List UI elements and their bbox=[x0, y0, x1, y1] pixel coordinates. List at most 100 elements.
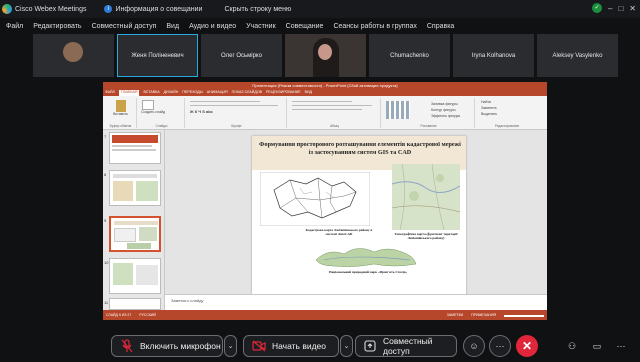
more-options-icon[interactable]: ⋯ bbox=[489, 335, 511, 357]
participant-tile[interactable] bbox=[33, 34, 114, 77]
title-bar: Cisco Webex Meetings i Информация о сове… bbox=[0, 0, 640, 18]
participant-strip: Женя Поліненевич Олег Осьмірко Chumachen… bbox=[33, 34, 618, 77]
create-slide-label: Создать слайд bbox=[141, 110, 166, 114]
thumb-number: 9 bbox=[104, 218, 107, 223]
national-park-map-caption: Національний природний парк «Прип`ять Ст… bbox=[328, 270, 408, 274]
group-label: Абзац bbox=[330, 124, 339, 128]
ppt-ribbon: Вставить Буфер обмена Создать слайд Слай… bbox=[103, 96, 547, 130]
select-button[interactable]: Выделить bbox=[481, 111, 537, 117]
meeting-info-button[interactable]: i Информация о совещании bbox=[104, 5, 202, 13]
unmute-label: Включить микрофон bbox=[140, 341, 221, 351]
participant-tile[interactable]: Iryna Kolhanova bbox=[453, 34, 534, 77]
menu-item-share[interactable]: Совместный доступ bbox=[92, 23, 157, 30]
chat-icon[interactable]: ▭ bbox=[590, 339, 604, 353]
menu-bar: Файл Редактировать Совместный доступ Вид… bbox=[0, 18, 640, 34]
slide-notes[interactable]: Заметки к слайду bbox=[165, 294, 547, 310]
thumb-number: 10 bbox=[104, 260, 109, 265]
maximize-icon[interactable]: □ bbox=[618, 4, 623, 13]
more-panels-icon[interactable]: ⋯ bbox=[614, 339, 628, 353]
topographic-map-image bbox=[392, 164, 460, 230]
start-video-button[interactable]: Начать видео bbox=[243, 335, 339, 357]
participant-tile-active[interactable]: Женя Поліненевич bbox=[117, 34, 198, 77]
paste-label: Вставить bbox=[113, 112, 128, 116]
ribbon-group-font: Ж К Ч S abc Шрифт bbox=[187, 98, 287, 128]
current-slide[interactable]: Формування просторового розташування еле… bbox=[252, 136, 466, 296]
meeting-info-label: Информация о совещании bbox=[115, 5, 203, 13]
ribbon-group-drawing: Заливка фигуры Контур фигуры Эффекты фиг… bbox=[383, 98, 475, 128]
slide-title: Формування просторового розташування еле… bbox=[259, 141, 461, 156]
video-face bbox=[318, 44, 332, 60]
slide-thumbnail[interactable] bbox=[109, 258, 161, 294]
font-format-buttons[interactable]: Ж К Ч S abc bbox=[187, 109, 286, 114]
cadastral-map-caption: Кадастрова карта Любешівського району в … bbox=[305, 228, 373, 236]
ppt-window-title: Презентация (Режим совместимости) - Powe… bbox=[103, 82, 547, 90]
participant-tile[interactable]: Aleksey Vasylenko bbox=[537, 34, 618, 77]
national-park-map-image bbox=[315, 248, 417, 267]
unmute-button[interactable]: Включить микрофон bbox=[111, 335, 223, 357]
menu-item-help[interactable]: Справка bbox=[427, 23, 454, 30]
participants-icon[interactable]: ⚇ bbox=[565, 339, 579, 353]
participant-name: Chumachenko bbox=[390, 52, 429, 59]
shapes-gallery-icon[interactable] bbox=[386, 101, 410, 119]
participant-tile[interactable]: Chumachenko bbox=[369, 34, 450, 77]
cadastral-map-image bbox=[260, 172, 370, 226]
menu-item-file[interactable]: Файл bbox=[6, 23, 23, 30]
participant-tile[interactable]: Олег Осьмірко bbox=[201, 34, 282, 77]
ribbon-group-slides: Создать слайд Слайды bbox=[139, 98, 185, 128]
share-button[interactable]: Совместный доступ bbox=[355, 335, 457, 357]
info-icon: i bbox=[104, 5, 113, 13]
slide-thumbnail[interactable] bbox=[109, 132, 161, 164]
app-name: Cisco Webex Meetings bbox=[15, 5, 87, 13]
reactions-icon[interactable]: ☺ bbox=[463, 335, 485, 357]
share-screen-icon bbox=[364, 339, 377, 353]
group-label: Шрифт bbox=[231, 124, 242, 128]
comments-toggle[interactable]: ПРИМЕЧАНИЯ bbox=[471, 313, 496, 317]
shared-screen[interactable]: Презентация (Режим совместимости) - Powe… bbox=[103, 82, 547, 320]
slide-counter: СЛАЙД 9 ИЗ 27 bbox=[106, 313, 132, 317]
menu-item-edit[interactable]: Редактировать bbox=[33, 23, 81, 30]
ribbon-group-clipboard: Вставить Буфер обмена bbox=[105, 98, 137, 128]
slide-thumbnail[interactable] bbox=[109, 298, 161, 310]
thumb-number: 8 bbox=[104, 172, 107, 177]
menu-item-participant[interactable]: Участник bbox=[246, 23, 276, 30]
menu-item-view[interactable]: Вид bbox=[166, 23, 179, 30]
avatar bbox=[63, 42, 83, 62]
paste-icon[interactable] bbox=[115, 100, 126, 112]
slide-thumbnail-selected[interactable] bbox=[109, 216, 161, 252]
participant-video-tile[interactable] bbox=[285, 34, 366, 77]
group-label: Буфер обмена bbox=[109, 124, 132, 128]
slide-thumbnails-pane: 7 8 9 10 11 bbox=[103, 130, 165, 310]
hide-menu-button[interactable]: Скрыть строку меню bbox=[224, 6, 291, 13]
secure-shield-icon[interactable]: ✓ bbox=[592, 3, 602, 13]
participant-name: Олег Осьмірко bbox=[221, 52, 262, 59]
meeting-controls: Включить микрофон ⌄ Начать видео ⌄ Совме… bbox=[0, 330, 640, 362]
audio-options-chevron-icon[interactable]: ⌄ bbox=[224, 335, 237, 357]
menu-item-meeting[interactable]: Совещание bbox=[286, 23, 324, 30]
notes-toggle[interactable]: ЗАМЕТКИ bbox=[447, 313, 463, 317]
webex-logo-icon bbox=[2, 4, 12, 14]
close-icon[interactable]: ✕ bbox=[629, 4, 636, 13]
menu-item-audio-video[interactable]: Аудио и видео bbox=[189, 23, 236, 30]
leave-meeting-icon[interactable]: ✕ bbox=[516, 335, 538, 357]
zoom-slider[interactable] bbox=[504, 315, 544, 317]
minimize-icon[interactable]: – bbox=[608, 4, 612, 13]
ribbon-group-paragraph: Абзац bbox=[289, 98, 381, 128]
video-off-icon bbox=[252, 339, 266, 353]
participant-name: Aleksey Vasylenko bbox=[552, 52, 603, 59]
muted-mic-icon bbox=[120, 339, 134, 353]
slide-thumbnail[interactable] bbox=[109, 170, 161, 206]
shape-effects-label[interactable]: Эффекты фигуры bbox=[431, 113, 460, 119]
share-label: Совместный доступ bbox=[382, 336, 433, 356]
group-label: Рисование bbox=[420, 124, 437, 128]
thumb-number: 11 bbox=[104, 300, 109, 305]
new-slide-icon[interactable] bbox=[142, 100, 154, 110]
participant-name: Iryna Kolhanova bbox=[471, 52, 516, 59]
video-options-chevron-icon[interactable]: ⌄ bbox=[340, 335, 353, 357]
participant-name: Женя Поліненевич bbox=[131, 52, 184, 59]
start-video-label: Начать видео bbox=[272, 341, 327, 351]
menu-item-breakout[interactable]: Сеансы работы в группах bbox=[333, 23, 416, 30]
group-label: Слайды bbox=[155, 124, 168, 128]
slide-canvas: Формування просторового розташування еле… bbox=[165, 130, 547, 296]
ppt-status-bar: СЛАЙД 9 ИЗ 27 РУССКИЙ ЗАМЕТКИ ПРИМЕЧАНИЯ bbox=[103, 310, 547, 320]
shape-format-list: Заливка фигуры Контур фигуры Эффекты фиг… bbox=[431, 101, 460, 119]
